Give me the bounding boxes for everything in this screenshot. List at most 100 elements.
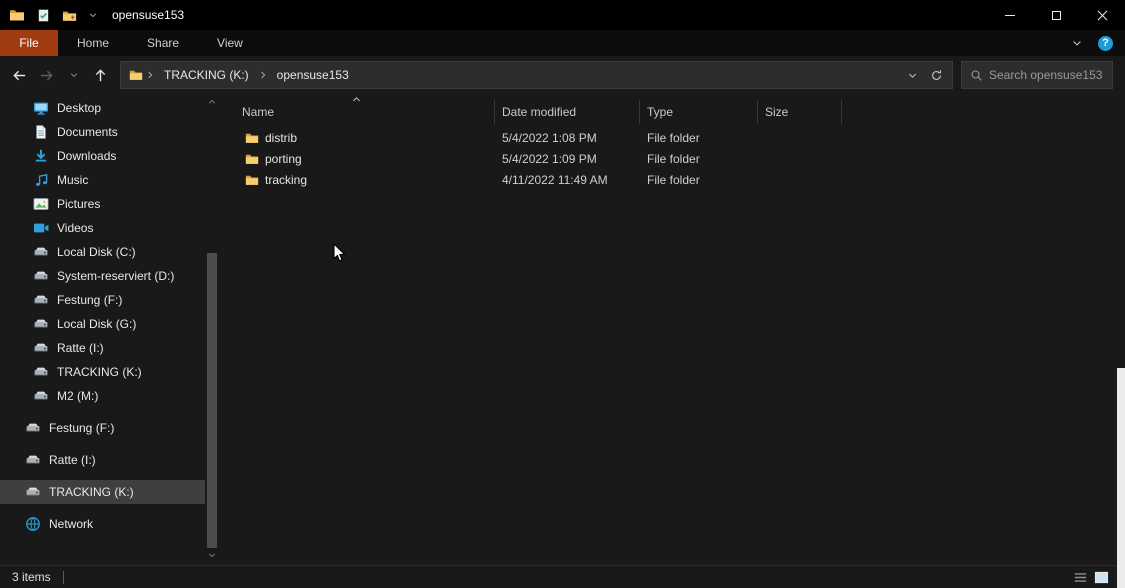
sidebar-item-local-disk-c[interactable]: Local Disk (C:) bbox=[0, 240, 205, 264]
ribbon-tab-home[interactable]: Home bbox=[58, 30, 128, 56]
sidebar-item-local-disk-g[interactable]: Local Disk (G:) bbox=[0, 312, 205, 336]
sidebar-item-desktop[interactable]: Desktop bbox=[0, 96, 205, 120]
drive-icon bbox=[25, 452, 41, 468]
sidebar-item-label: System-reserviert (D:) bbox=[57, 269, 174, 283]
scrollbar-thumb[interactable] bbox=[207, 253, 217, 548]
ribbon-tab-file[interactable]: File bbox=[0, 30, 58, 56]
sidebar-item-label: Music bbox=[57, 173, 88, 187]
view-toggles bbox=[1073, 570, 1109, 585]
back-button[interactable] bbox=[6, 62, 33, 89]
sidebar-item-tracking-k[interactable]: TRACKING (K:) bbox=[0, 360, 205, 384]
window-title: opensuse153 bbox=[112, 8, 184, 22]
sidebar-item-label: Downloads bbox=[57, 149, 116, 163]
file-row-tracking[interactable]: tracking4/11/2022 11:49 AMFile folder bbox=[219, 169, 1125, 190]
maximize-button[interactable] bbox=[1033, 0, 1079, 30]
column-header-type[interactable]: Type bbox=[640, 100, 758, 124]
document-icon bbox=[33, 124, 49, 140]
sidebar-item-festung-f[interactable]: Festung (F:) bbox=[0, 416, 205, 440]
folder-icon bbox=[245, 152, 259, 166]
drive-icon bbox=[33, 268, 49, 284]
address-dropdown-chevron-icon[interactable] bbox=[907, 70, 918, 81]
ribbon-right-controls: ? bbox=[1071, 30, 1125, 56]
file-name: porting bbox=[265, 152, 302, 166]
sidebar-item-network[interactable]: Network bbox=[0, 512, 205, 536]
help-icon[interactable]: ? bbox=[1098, 36, 1113, 51]
file-name: distrib bbox=[265, 131, 297, 145]
details-view-icon[interactable] bbox=[1073, 570, 1088, 585]
search-input[interactable] bbox=[989, 68, 1104, 82]
column-header-date-modified[interactable]: Date modified bbox=[495, 100, 640, 124]
refresh-icon[interactable] bbox=[930, 69, 943, 82]
close-button[interactable] bbox=[1079, 0, 1125, 30]
file-date-modified: 4/11/2022 11:49 AM bbox=[495, 173, 640, 187]
ribbon-tab-share[interactable]: Share bbox=[128, 30, 198, 56]
qat-chevron-down-icon[interactable] bbox=[88, 10, 98, 20]
breadcrumb-segment-opensuse153[interactable]: opensuse153 bbox=[268, 68, 358, 82]
sidebar-scrollbar[interactable] bbox=[205, 94, 219, 565]
expand-ribbon-chevron-icon[interactable] bbox=[1071, 37, 1083, 49]
sidebar-item-label: Festung (F:) bbox=[57, 293, 122, 307]
column-header-label: Name bbox=[242, 105, 274, 119]
scrollbar-down-icon[interactable] bbox=[207, 550, 217, 560]
scrollbar-up-icon[interactable] bbox=[207, 97, 217, 107]
sidebar-item-tracking-k[interactable]: TRACKING (K:) bbox=[0, 480, 205, 504]
sidebar-item-label: Local Disk (C:) bbox=[57, 245, 136, 259]
file-date-modified: 5/4/2022 1:09 PM bbox=[495, 152, 640, 166]
sidebar-item-label: Local Disk (G:) bbox=[57, 317, 136, 331]
sidebar-item-ratte-i[interactable]: Ratte (I:) bbox=[0, 336, 205, 360]
file-name: tracking bbox=[265, 173, 307, 187]
sidebar-item-label: Documents bbox=[57, 125, 118, 139]
column-header-size[interactable]: Size bbox=[758, 100, 842, 124]
sidebar-item-documents[interactable]: Documents bbox=[0, 120, 205, 144]
sidebar-item-label: M2 (M:) bbox=[57, 389, 98, 403]
sidebar-item-label: Ratte (I:) bbox=[49, 453, 96, 467]
forward-button[interactable] bbox=[33, 62, 60, 89]
breadcrumb-chevron-icon bbox=[145, 70, 155, 80]
back-arrow-icon bbox=[12, 68, 27, 83]
up-button[interactable] bbox=[87, 62, 114, 89]
minimize-button[interactable] bbox=[987, 0, 1033, 30]
status-bar: 3 items bbox=[0, 565, 1125, 588]
explorer-body: Desktop Documents Downloads Music Pictures Vi… bbox=[0, 94, 1125, 565]
folder-icon bbox=[245, 131, 259, 145]
sidebar-item-label: Desktop bbox=[57, 101, 101, 115]
ribbon-tab-view[interactable]: View bbox=[198, 30, 262, 56]
drive-icon bbox=[33, 388, 49, 404]
maximize-icon bbox=[1052, 11, 1061, 20]
column-header-label: Date modified bbox=[502, 105, 576, 119]
file-row-porting[interactable]: porting5/4/2022 1:09 PMFile folder bbox=[219, 148, 1125, 169]
sidebar-item-videos[interactable]: Videos bbox=[0, 216, 205, 240]
properties-icon[interactable] bbox=[36, 8, 51, 23]
sidebar-item-label: Videos bbox=[57, 221, 93, 235]
address-bar-actions bbox=[907, 69, 952, 82]
sidebar-item-music[interactable]: Music bbox=[0, 168, 205, 192]
sidebar-item-festung-f[interactable]: Festung (F:) bbox=[0, 288, 205, 312]
sidebar-item-downloads[interactable]: Downloads bbox=[0, 144, 205, 168]
column-header-label: Type bbox=[647, 105, 673, 119]
file-row-distrib[interactable]: distrib5/4/2022 1:08 PMFile folder bbox=[219, 127, 1125, 148]
recent-locations-button[interactable] bbox=[60, 62, 87, 89]
large-icons-view-icon[interactable] bbox=[1094, 570, 1109, 585]
item-count: 3 items bbox=[12, 570, 51, 584]
breadcrumb-segment-tracking-k[interactable]: TRACKING (K:) bbox=[155, 68, 258, 82]
drive-icon bbox=[33, 340, 49, 356]
folder-icon bbox=[245, 173, 259, 187]
file-type: File folder bbox=[640, 131, 758, 145]
search-box[interactable] bbox=[961, 61, 1113, 89]
sidebar-item-system-reserviert-d[interactable]: System-reserviert (D:) bbox=[0, 264, 205, 288]
explorer-folder-icon bbox=[9, 7, 25, 23]
sidebar-item-ratte-i[interactable]: Ratte (I:) bbox=[0, 448, 205, 472]
address-bar[interactable]: TRACKING (K:) opensuse153 bbox=[120, 61, 953, 89]
ribbon-bar: File HomeShareView ? bbox=[0, 30, 1125, 56]
sidebar-item-m2-m[interactable]: M2 (M:) bbox=[0, 384, 205, 408]
up-arrow-icon bbox=[93, 68, 108, 83]
file-explorer-window: opensuse153 File HomeShareView ? TRACKIN… bbox=[0, 0, 1125, 588]
new-folder-icon[interactable] bbox=[62, 8, 77, 23]
videos-icon bbox=[33, 220, 49, 236]
monitor-icon bbox=[33, 100, 49, 116]
breadcrumb-chevron-icon bbox=[258, 70, 268, 80]
sidebar-item-pictures[interactable]: Pictures bbox=[0, 192, 205, 216]
sidebar: Desktop Documents Downloads Music Pictures Vi… bbox=[0, 94, 205, 565]
address-toolbar: TRACKING (K:) opensuse153 bbox=[0, 56, 1125, 94]
status-divider bbox=[63, 571, 64, 584]
